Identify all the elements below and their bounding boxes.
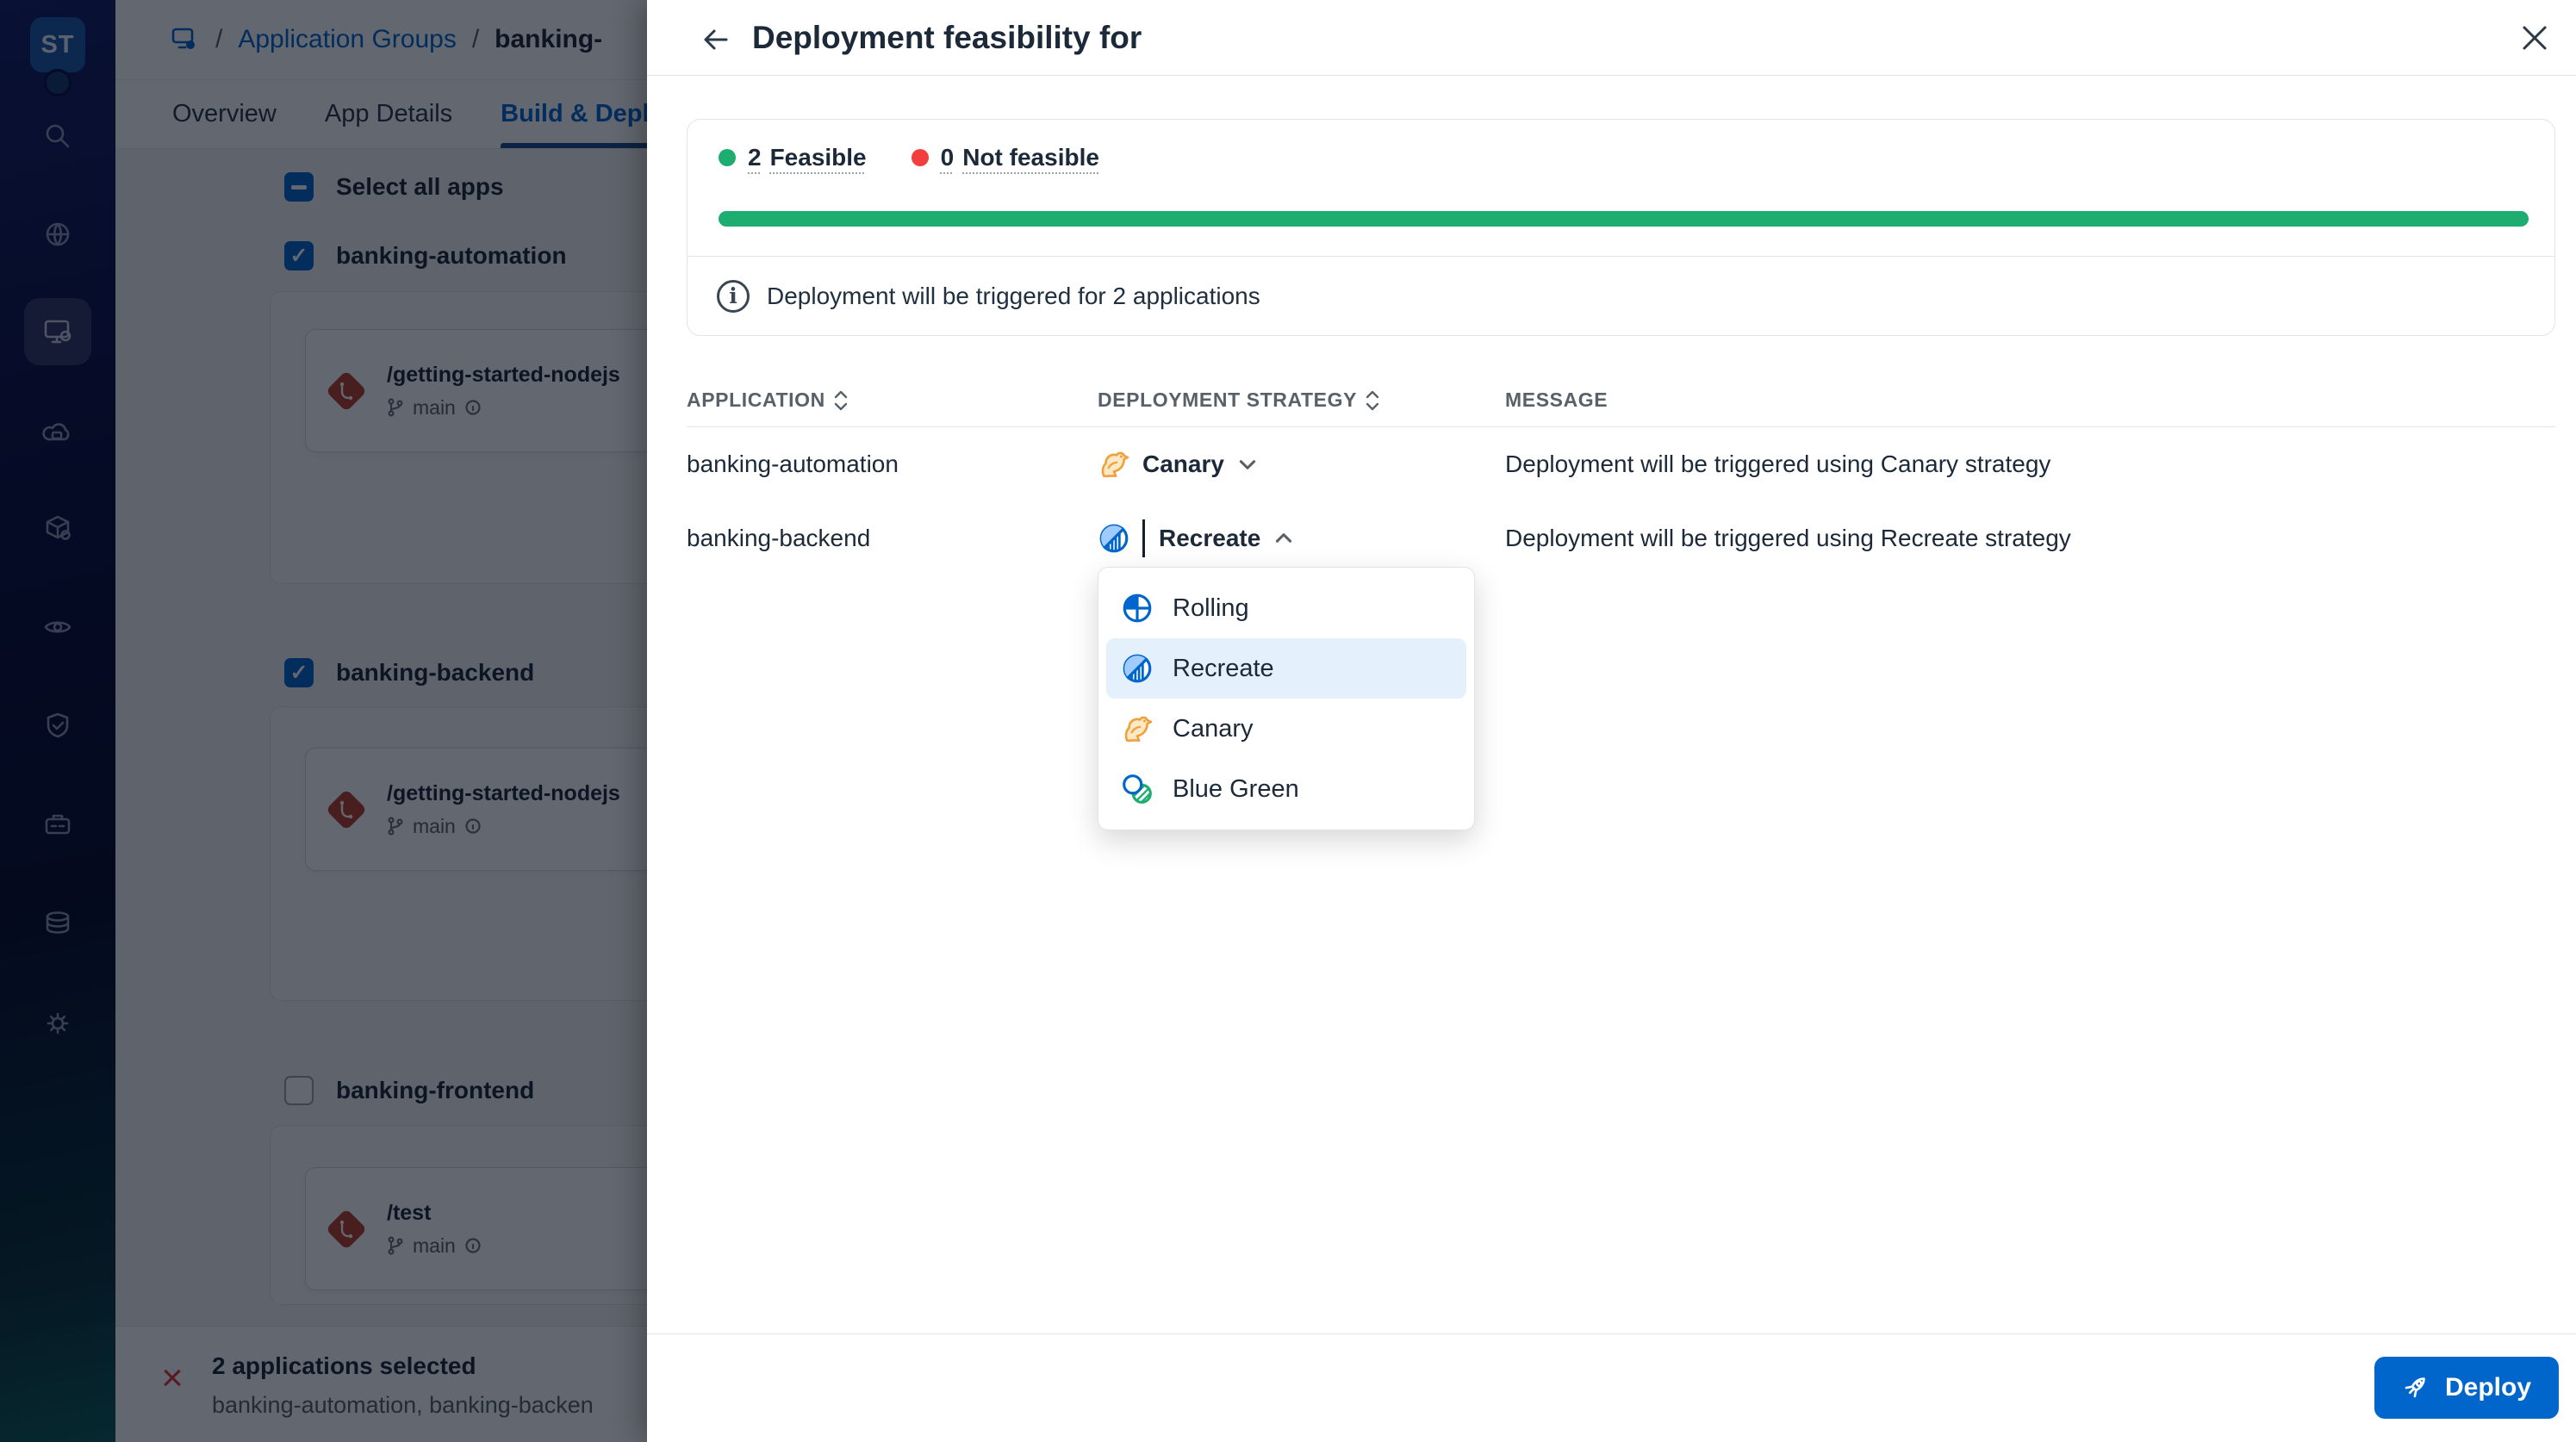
- close-icon[interactable]: [2516, 19, 2554, 57]
- chevron-down-icon: [1239, 460, 1256, 469]
- message-cell: Deployment will be triggered using Canar…: [1505, 451, 2051, 477]
- deploy-label: Deploy: [2444, 1373, 2532, 1402]
- strategy-name: Canary: [1142, 451, 1224, 477]
- feasibility-table: APPLICATION DEPLOYMENT STRATEGY MESSAGE …: [687, 374, 2555, 575]
- column-header-deployment-strategy[interactable]: DEPLOYMENT STRATEGY: [1098, 388, 1505, 412]
- dropdown-option-rolling[interactable]: Rolling: [1098, 578, 1474, 638]
- strategy-selector[interactable]: Canary: [1098, 448, 1505, 481]
- text-caret: [1142, 519, 1145, 557]
- sort-icon: [834, 389, 848, 412]
- not-feasible-count: 0: [940, 144, 955, 171]
- recreate-strategy-icon: [1098, 522, 1130, 555]
- column-header-application[interactable]: APPLICATION: [687, 388, 1098, 412]
- summary-info-row: i Deployment will be triggered for 2 app…: [688, 256, 2554, 335]
- feasibility-progress-bar: [719, 211, 2529, 227]
- info-icon: i: [717, 279, 750, 313]
- sort-icon: [1366, 389, 1379, 412]
- application-cell: banking-automation: [687, 451, 899, 477]
- dropdown-option-recreate[interactable]: Recreate: [1106, 638, 1466, 699]
- message-cell: Deployment will be triggered using Recre…: [1505, 525, 2071, 551]
- application-cell: banking-backend: [687, 525, 871, 551]
- deployment-feasibility-drawer: Deployment feasibility for 2 Feasible 0 …: [647, 0, 2576, 1442]
- column-header-message: MESSAGE: [1505, 388, 1608, 411]
- canary-strategy-icon: [1121, 712, 1154, 745]
- strategy-name: Recreate: [1159, 525, 1261, 551]
- chevron-up-icon: [1276, 533, 1292, 543]
- rocket-icon: [2405, 1377, 2425, 1398]
- not-feasible-dot-icon: [911, 149, 929, 166]
- feasible-dot-icon: [719, 149, 736, 166]
- not-feasible-stat: 0 Not feasible: [911, 144, 1099, 171]
- rolling-strategy-icon: [1121, 592, 1154, 625]
- deploy-button[interactable]: Deploy: [2374, 1357, 2559, 1419]
- app-screen: ST: [0, 0, 2576, 1442]
- feasible-stat: 2 Feasible: [719, 144, 867, 171]
- recreate-strategy-icon: [1121, 652, 1154, 685]
- blue-green-strategy-icon: [1121, 773, 1154, 805]
- drawer-header: Deployment feasibility for: [647, 0, 2576, 76]
- strategy-dropdown: Rolling Recreate Canary Blue Green: [1098, 567, 1475, 830]
- feasible-label: Feasible: [769, 144, 867, 171]
- back-icon[interactable]: [697, 21, 735, 59]
- dropdown-option-canary[interactable]: Canary: [1098, 699, 1474, 759]
- table-row: banking-automation Canary Deployment wil…: [687, 427, 2555, 501]
- strategy-selector[interactable]: Recreate: [1098, 519, 1505, 557]
- feasible-count: 2: [748, 144, 762, 171]
- not-feasible-label: Not feasible: [962, 144, 1099, 171]
- dropdown-option-blue-green[interactable]: Blue Green: [1098, 759, 1474, 819]
- summary-info-text: Deployment will be triggered for 2 appli…: [767, 282, 1260, 309]
- table-header-row: APPLICATION DEPLOYMENT STRATEGY MESSAGE: [687, 374, 2555, 427]
- table-row: banking-backend Recreate Deployment will…: [687, 501, 2555, 575]
- canary-strategy-icon: [1098, 448, 1130, 481]
- feasibility-summary-card: 2 Feasible 0 Not feasible i Deployment w…: [687, 119, 2555, 336]
- drawer-title: Deployment feasibility for: [752, 20, 1142, 55]
- drawer-footer: Deploy: [647, 1333, 2576, 1442]
